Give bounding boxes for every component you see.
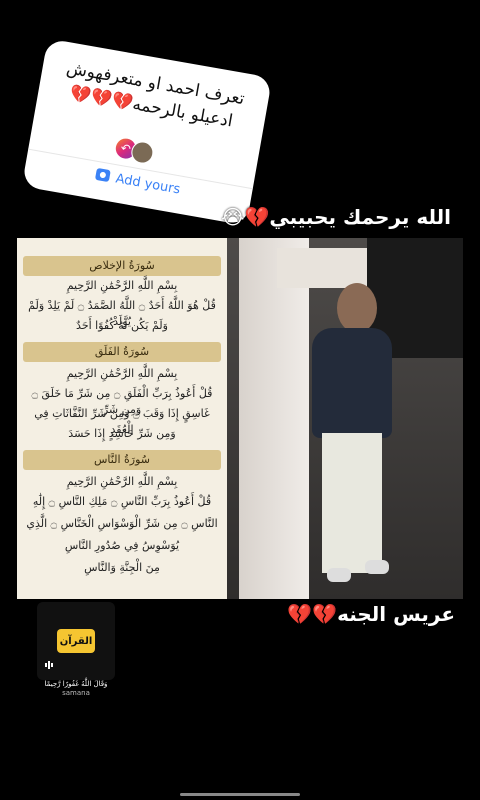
- nas-basmala: بِسْمِ اللَّهِ الرَّحْمَٰنِ الرَّحِيمِ: [66, 475, 178, 488]
- nas-verse-3: يُوَسْوِسُ فِي صُدُورِ النَّاسِ: [64, 539, 180, 552]
- sura-falaq-header: سُورَةُ الفَلَق: [23, 342, 221, 362]
- portrait-photo: [227, 238, 463, 599]
- music-title: وَقَالَ اللَّهُ غَفُورًا رَّحِيمًا: [44, 680, 108, 688]
- music-artist: samana: [62, 689, 90, 697]
- shoe-left: [327, 568, 351, 582]
- person-head: [337, 283, 377, 333]
- shoe-right: [365, 560, 389, 574]
- quran-image: سُورَةُ الإخلاص بِسْمِ اللَّهِ الرَّحْمَ…: [17, 238, 227, 599]
- sura-ikhlas-header: سُورَةُ الإخلاص: [23, 256, 221, 276]
- add-yours-sticker[interactable]: تعرف احمد او متعرفهوش ادعيلو بالرحمه💔💔💔 …: [21, 38, 273, 226]
- falaq-basmala: بِسْمِ اللَّهِ الرَّحْمَٰنِ الرَّحِيمِ: [66, 367, 178, 380]
- audio-wave-icon: [45, 661, 53, 669]
- nas-verse-2: النَّاسِ ۝ مِن شَرِّ الْوَسْوَاسِ الْخَن…: [26, 517, 218, 530]
- ikhlas-basmala: بِسْمِ اللَّهِ الرَّحْمَٰنِ الرَّحِيمِ: [66, 279, 178, 292]
- story-container: تعرف احمد او متعرفهوش ادعيلو بالرحمه💔💔💔 …: [17, 0, 463, 790]
- falaq-verse-3: وَمِن شَرِّ حَاسِدٍ إِذَا حَسَدَ: [68, 427, 176, 440]
- person-pants: [322, 433, 382, 573]
- store-shelf: [277, 248, 377, 288]
- home-indicator[interactable]: [180, 793, 300, 796]
- caption-bottom: عريس الجنه💔💔: [287, 602, 455, 626]
- nas-verse-4: مِنَ الْجِنَّةِ وَالنَّاسِ: [84, 561, 160, 574]
- person-vest: [312, 328, 392, 438]
- music-sticker[interactable]: القرآن وَقَالَ اللَّهُ غَفُورًا رَّحِيمً…: [37, 602, 115, 697]
- music-badge: القرآن: [57, 629, 95, 653]
- sura-nas-header: سُورَةُ النَّاس: [23, 450, 221, 470]
- ikhlas-verse-2: وَلَمْ يَكُن لَّهُ كُفُوًا أَحَدٌ: [76, 319, 168, 332]
- sticker-question: تعرف احمد او متعرفهوش ادعيلو بالرحمه💔💔💔: [51, 55, 256, 137]
- add-yours-label: Add yours: [114, 171, 182, 198]
- mirror-frame: [239, 238, 309, 599]
- music-cover: القرآن: [37, 602, 115, 680]
- camera-icon: [95, 167, 112, 183]
- caption-top: الله يرحمك يحبيبي💔😭: [221, 205, 451, 229]
- participant-avatars: ↶: [114, 136, 157, 166]
- nas-verse-1: قُلْ أَعُوذُ بِرَبِّ النَّاسِ ۝ مَلِكِ ا…: [32, 495, 212, 508]
